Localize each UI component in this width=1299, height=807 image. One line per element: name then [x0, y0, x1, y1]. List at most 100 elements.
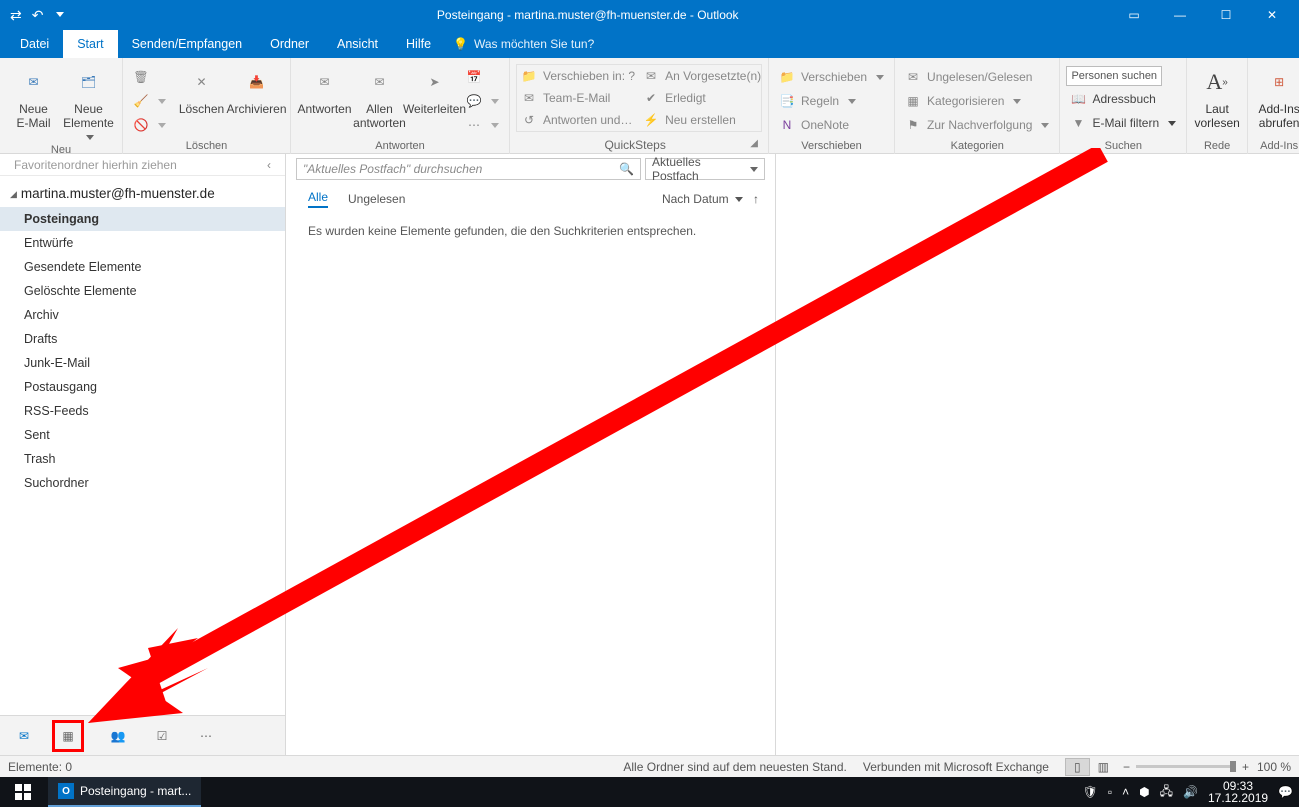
ribbon-tab-strip: Datei Start Senden/Empfangen Ordner Ansi… [0, 30, 1299, 58]
sort-direction-icon[interactable]: ↑ [753, 192, 759, 206]
tray-cube-icon[interactable]: ⬢ [1139, 785, 1149, 799]
followup-button[interactable]: ⚑Zur Nachverfolgung [901, 114, 1053, 136]
collapse-sidebar-icon[interactable]: ‹ [267, 158, 271, 172]
qat-undo-icon[interactable]: ↶ [32, 7, 44, 24]
folder-trash[interactable]: Trash [0, 447, 285, 471]
tray-volume-icon[interactable]: 🔊 [1183, 785, 1198, 799]
im-icon: 💬 [466, 93, 482, 109]
reply-del-icon: ↺ [521, 112, 537, 128]
reply-button[interactable]: ✉ Antworten [297, 64, 352, 116]
tray-notifications-icon[interactable]: 💬 [1278, 785, 1293, 799]
archive-label: Archivieren [226, 102, 286, 116]
rules-button[interactable]: 📑Regeln [775, 90, 888, 112]
filter-all[interactable]: Alle [308, 190, 328, 208]
meeting-button[interactable]: 📅 [462, 66, 503, 88]
tab-file[interactable]: Datei [6, 30, 63, 58]
chevron-down-icon [747, 162, 758, 176]
filter-unread[interactable]: Ungelesen [348, 192, 405, 206]
onenote-button[interactable]: NOneNote [775, 114, 888, 136]
archive-button[interactable]: 📥 Archivieren [229, 64, 284, 116]
reply-all-label: Allen antworten [353, 102, 406, 130]
folder-drafts-de[interactable]: Entwürfe [0, 231, 285, 255]
qs-to-manager[interactable]: ✉An Vorgesetzte(n) [639, 65, 765, 87]
search-scope-dropdown[interactable]: Aktuelles Postfach [645, 158, 765, 180]
folder-outbox[interactable]: Postausgang [0, 375, 285, 399]
minimize-button[interactable]: — [1157, 0, 1203, 30]
status-item-count: Elemente: 0 [8, 760, 72, 774]
group-label-quicksteps: QuickSteps [520, 138, 750, 152]
folder-rss[interactable]: RSS-Feeds [0, 399, 285, 423]
main-pane: Favoritenordner hierhin ziehen ‹ martina… [0, 154, 1299, 755]
tray-app-icon[interactable]: ▫ [1108, 785, 1112, 799]
search-people-input[interactable]: Personen suchen [1066, 66, 1162, 86]
meeting-icon: 📅 [466, 69, 482, 85]
tell-me-search[interactable]: 💡 Was möchten Sie tun? [453, 37, 594, 51]
search-input[interactable]: "Aktuelles Postfach" durchsuchen 🔍 [296, 158, 641, 180]
nav-calendar-icon[interactable]: ▦ [58, 726, 78, 746]
more-respond-button[interactable]: ⋯ [462, 114, 503, 136]
sort-by-button[interactable]: Nach Datum [662, 192, 743, 206]
close-button[interactable]: ✕ [1249, 0, 1295, 30]
quicksteps-launcher-icon[interactable]: ◢ [750, 138, 758, 152]
taskbar-app-outlook[interactable]: O Posteingang - mart... [48, 777, 201, 807]
tray-chevron-icon[interactable]: ˄ [1122, 785, 1129, 799]
filter-email-button[interactable]: ▼E-Mail filtern [1066, 112, 1180, 134]
junk-button[interactable]: 🚫 [129, 114, 170, 136]
get-addins-button[interactable]: ⊞ Add-Ins abrufen [1254, 64, 1299, 130]
maximize-button[interactable]: ☐ [1203, 0, 1249, 30]
new-email-button[interactable]: ✉ Neue E-Mail [6, 64, 61, 130]
zoom-in-icon[interactable]: + [1242, 760, 1249, 774]
folder-drafts-en[interactable]: Drafts [0, 327, 285, 351]
im-button[interactable]: 💬 [462, 90, 503, 112]
unread-read-button[interactable]: ✉Ungelesen/Gelesen [901, 66, 1053, 88]
nav-tasks-icon[interactable]: ☑ [152, 726, 172, 746]
ignore-icon: 🗑 [133, 69, 149, 85]
folder-deleted[interactable]: Gelöschte Elemente [0, 279, 285, 303]
taskbar-clock[interactable]: 09:33 17.12.2019 [1208, 780, 1268, 804]
zoom-slider[interactable] [1136, 765, 1236, 768]
qs-reply-delete[interactable]: ↺Antworten und… [517, 109, 639, 131]
reply-all-button[interactable]: ✉ Allen antworten [352, 64, 407, 130]
folder-sent-de[interactable]: Gesendete Elemente [0, 255, 285, 279]
qs-team-email[interactable]: ✉Team-E-Mail [517, 87, 639, 109]
ignore-button[interactable]: 🗑 [129, 66, 170, 88]
windows-taskbar: O Posteingang - mart... 🛡 ▫ ˄ ⬢ 🖧 🔊 09:3… [0, 777, 1299, 807]
cleanup-button[interactable]: 🧹 [129, 90, 170, 112]
flag-icon: ⚑ [905, 117, 921, 133]
ribbon-display-options-icon[interactable]: ▭ [1111, 0, 1157, 30]
view-reading-icon[interactable]: ▥ [1098, 760, 1109, 774]
tray-shield-icon[interactable]: 🛡 [1083, 785, 1098, 799]
nav-mail-icon[interactable]: ✉ [14, 726, 34, 746]
qat-customize-icon[interactable] [53, 10, 64, 21]
account-header[interactable]: martina.muster@fh-muenster.de [0, 176, 285, 207]
folder-junk[interactable]: Junk-E-Mail [0, 351, 285, 375]
tab-start[interactable]: Start [63, 30, 117, 58]
read-aloud-button[interactable]: A» Laut vorlesen [1193, 64, 1241, 130]
delete-button[interactable]: ✕ Löschen [174, 64, 229, 116]
tab-view[interactable]: Ansicht [323, 30, 392, 58]
start-button[interactable] [0, 777, 46, 807]
new-items-button[interactable]: 🗂 Neue Elemente [61, 64, 116, 144]
folder-search[interactable]: Suchordner [0, 471, 285, 495]
tab-folder[interactable]: Ordner [256, 30, 323, 58]
tab-help[interactable]: Hilfe [392, 30, 445, 58]
qs-done[interactable]: ✔Erledigt [639, 87, 765, 109]
tab-send-receive[interactable]: Senden/Empfangen [118, 30, 257, 58]
categorize-button[interactable]: ▦Kategorisieren [901, 90, 1053, 112]
qs-create-new[interactable]: ⚡Neu erstellen [639, 109, 765, 131]
reading-pane [776, 154, 1299, 755]
qat-send-receive-icon[interactable]: ⇄ [10, 7, 22, 24]
folder-inbox[interactable]: Posteingang [0, 207, 285, 231]
tray-network-icon[interactable]: 🖧 [1160, 782, 1173, 803]
nav-more-icon[interactable]: ⋯ [196, 726, 216, 746]
qs-move-to[interactable]: 📁Verschieben in: ? [517, 65, 639, 87]
forward-button[interactable]: ➤ Weiterleiten [407, 64, 462, 116]
move-button[interactable]: 📁Verschieben [775, 66, 888, 88]
folder-archive[interactable]: Archiv [0, 303, 285, 327]
nav-people-icon[interactable]: 👥 [108, 726, 128, 746]
zoom-out-icon[interactable]: − [1123, 760, 1130, 774]
addins-label: Add-Ins abrufen [1258, 102, 1299, 130]
folder-sent-en[interactable]: Sent [0, 423, 285, 447]
addressbook-button[interactable]: 📖Adressbuch [1066, 88, 1180, 110]
view-normal-icon[interactable]: ▯ [1065, 758, 1090, 776]
